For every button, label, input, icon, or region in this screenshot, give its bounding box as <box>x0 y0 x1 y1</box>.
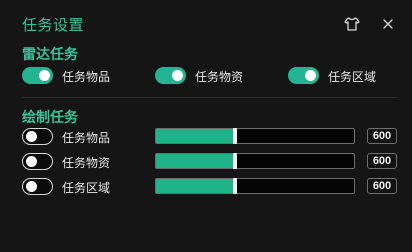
draw-items-distance-input[interactable] <box>367 128 397 144</box>
draw-items-slider-fill <box>156 129 236 143</box>
window-title: 任务设置 <box>22 16 85 34</box>
draw-items-label: 任务物品 <box>62 131 111 145</box>
draw-supplies-label: 任务物资 <box>62 156 111 170</box>
draw-area-slider-handle[interactable] <box>233 178 238 194</box>
radar-area-label: 任务区域 <box>328 70 377 84</box>
draw-supplies-slider-fill <box>156 154 236 168</box>
draw-supplies-distance-input[interactable] <box>367 153 397 169</box>
radar-area-toggle[interactable] <box>288 67 319 84</box>
radar-supplies-toggle[interactable] <box>155 67 186 84</box>
draw-section-title: 绘制任务 <box>22 110 78 126</box>
draw-area-toggle[interactable] <box>22 178 53 195</box>
draw-supplies-slider[interactable] <box>155 153 355 169</box>
draw-supplies-slider-handle[interactable] <box>233 153 238 169</box>
draw-items-slider[interactable] <box>155 128 355 144</box>
draw-supplies-toggle[interactable] <box>22 153 53 170</box>
draw-items-toggle[interactable] <box>22 128 53 145</box>
task-settings-panel: 任务设置 雷达任务 任务物品 任务物资 任务区域 绘制任务 任务物品 任务物资 … <box>0 0 412 252</box>
draw-area-label: 任务区域 <box>62 181 111 195</box>
radar-supplies-label: 任务物资 <box>195 70 244 84</box>
draw-area-slider-fill <box>156 179 236 193</box>
close-icon[interactable] <box>380 16 396 32</box>
radar-items-toggle[interactable] <box>22 67 53 84</box>
shirt-icon[interactable] <box>343 16 361 32</box>
radar-items-label: 任务物品 <box>62 70 111 84</box>
radar-section-title: 雷达任务 <box>22 47 78 63</box>
draw-area-slider[interactable] <box>155 178 355 194</box>
draw-items-slider-handle[interactable] <box>233 128 238 144</box>
draw-area-distance-input[interactable] <box>367 178 397 194</box>
section-divider <box>22 97 398 98</box>
